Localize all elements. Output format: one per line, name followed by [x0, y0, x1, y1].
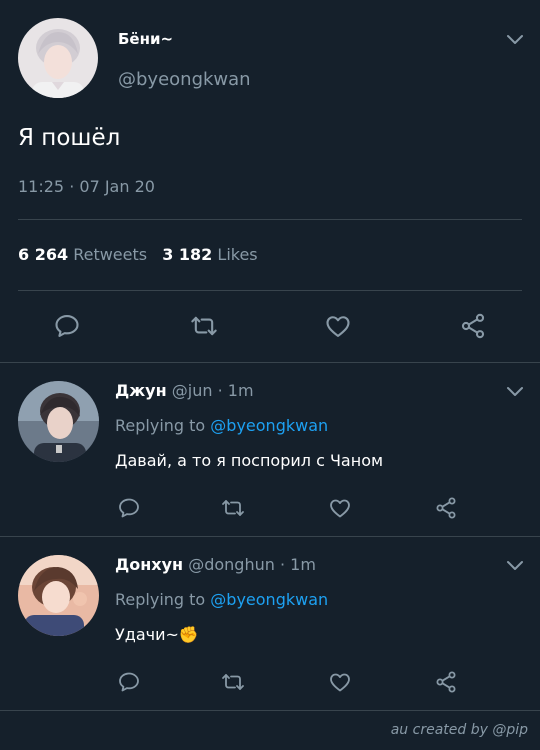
retweets-label: Retweets [73, 245, 148, 264]
likes-count: 3 182 [162, 245, 213, 264]
separator: · [69, 177, 75, 196]
stats: 6 264 Retweets 3 182 Likes [18, 245, 258, 264]
retweet-icon[interactable] [221, 496, 245, 520]
reply-header: Донхун @donghun · 1m [115, 555, 316, 574]
reply-text: Давай, а то я поспорил с Чаном [115, 451, 384, 470]
likes-label: Likes [217, 245, 258, 264]
date[interactable]: 07 Jan 20 [79, 177, 155, 196]
footer-credit: au created by @pip [390, 722, 528, 738]
like-icon[interactable] [324, 312, 352, 340]
tweet-age[interactable]: 1m [228, 381, 254, 400]
replying-to: Replying to @byeongkwan [115, 590, 328, 609]
avatar-image [18, 555, 99, 636]
handle[interactable]: @byeongkwan [118, 69, 251, 90]
divider [0, 362, 540, 363]
reply-text-line: Удачи~✊ [115, 625, 199, 644]
like-icon[interactable] [328, 496, 352, 520]
likes-stat[interactable]: 3 182 Likes [162, 245, 257, 264]
timestamp: 11:25 · 07 Jan 20 [18, 177, 155, 196]
reply-icon[interactable] [53, 312, 81, 340]
tweet-age[interactable]: 1m [290, 555, 316, 574]
display-name[interactable]: Джун [115, 381, 167, 400]
reply-icon[interactable] [117, 670, 141, 694]
display-name[interactable]: Бёни~ [118, 30, 173, 48]
display-name[interactable]: Донхун [115, 555, 183, 574]
avatar[interactable] [18, 555, 99, 636]
avatar[interactable] [18, 18, 98, 98]
replying-label: Replying to [115, 590, 206, 609]
retweets-stat[interactable]: 6 264 Retweets [18, 245, 152, 264]
chevron-down-icon[interactable] [506, 34, 524, 46]
avatar-image [18, 18, 98, 98]
share-icon[interactable] [434, 496, 458, 520]
handle[interactable]: @jun [172, 381, 213, 400]
fist-emoji: ✊ [178, 625, 199, 644]
avatar-image [18, 381, 99, 462]
replying-handle[interactable]: @byeongkwan [210, 416, 328, 435]
share-icon[interactable] [434, 670, 458, 694]
reply-text: Удачи~ [115, 625, 179, 644]
replying-to: Replying to @byeongkwan [115, 416, 328, 435]
separator: · [217, 381, 223, 400]
divider [18, 290, 522, 291]
reply-icon[interactable] [117, 496, 141, 520]
handle[interactable]: @donghun [188, 555, 275, 574]
share-icon[interactable] [459, 312, 487, 340]
retweets-count: 6 264 [18, 245, 69, 264]
divider [0, 536, 540, 537]
divider [18, 219, 522, 220]
time: 11:25 [18, 177, 65, 196]
chevron-down-icon[interactable] [506, 386, 524, 398]
replying-label: Replying to [115, 416, 206, 435]
retweet-icon[interactable] [190, 312, 218, 340]
chevron-down-icon[interactable] [506, 560, 524, 572]
avatar[interactable] [18, 381, 99, 462]
replying-handle[interactable]: @byeongkwan [210, 590, 328, 609]
retweet-icon[interactable] [221, 670, 245, 694]
reply-header: Джун @jun · 1m [115, 381, 254, 400]
separator: · [279, 555, 286, 574]
tweet-text: Я пошёл [18, 125, 121, 151]
divider [0, 710, 540, 711]
like-icon[interactable] [328, 670, 352, 694]
